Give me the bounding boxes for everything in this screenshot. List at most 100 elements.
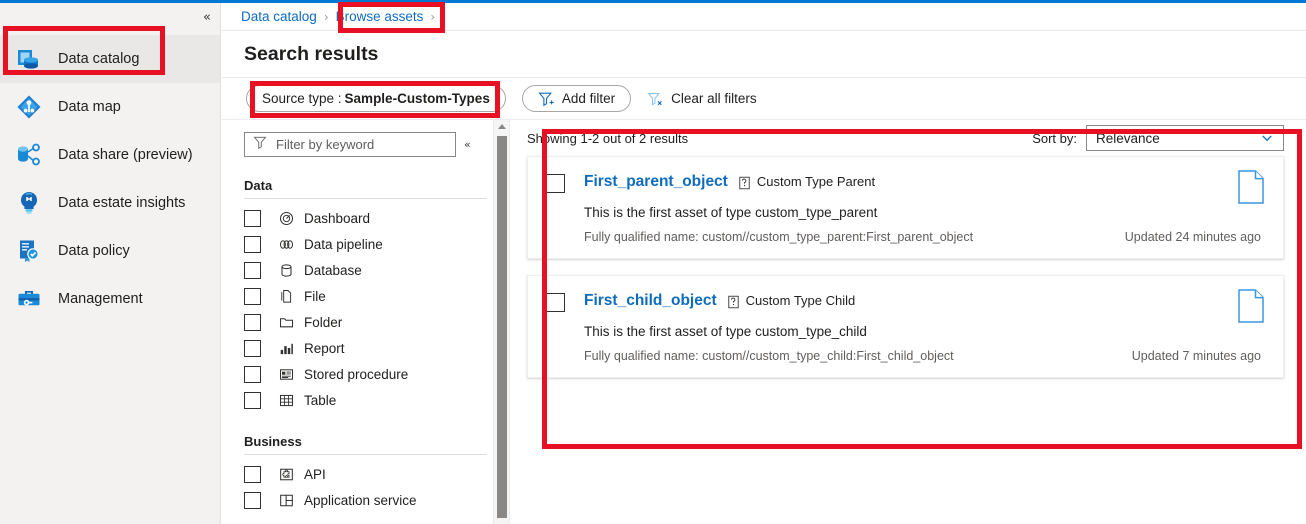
sort-by-dropdown[interactable]: Relevance: [1086, 125, 1284, 151]
lightbulb-icon: [14, 188, 44, 218]
table-grid-icon: [278, 392, 295, 409]
asset-result-card[interactable]: First_child_object Custom Type Child This…: [527, 275, 1284, 378]
divider: [244, 454, 487, 455]
facet-option-data-pipeline[interactable]: Data pipeline: [244, 231, 487, 257]
facet-option-api[interactable]: API: [244, 461, 487, 487]
asset-fully-qualified-name: Fully qualified name: custom//custom_typ…: [584, 230, 974, 244]
checkbox[interactable]: [244, 339, 261, 357]
facet-group-title: Data: [244, 178, 273, 193]
sidebar-item-management[interactable]: Management: [0, 275, 220, 323]
scroll-up-arrow-icon[interactable]: [498, 124, 506, 129]
facet-option-table[interactable]: Table: [244, 387, 487, 413]
checkbox[interactable]: [244, 261, 261, 279]
checkbox[interactable]: [244, 287, 261, 305]
asset-name-link[interactable]: First_parent_object: [584, 173, 728, 190]
facet-option-label: Folder: [304, 314, 343, 330]
clear-all-filters-label: Clear all filters: [671, 91, 757, 106]
api-puzzle-icon: [278, 466, 295, 483]
toolbox-icon: [14, 284, 44, 314]
facet-option-label: Application service: [304, 492, 417, 508]
source-type-filter-chip[interactable]: Source type : Sample-Custom-Types: [246, 85, 506, 112]
facet-panel: « Data Dashboard: [222, 120, 510, 524]
sort-by-value: Relevance: [1096, 130, 1160, 146]
content-split: « Data Dashboard: [222, 120, 1306, 524]
policy-certificate-icon: [14, 236, 44, 266]
file-type-icon: [1237, 289, 1265, 328]
sidebar-item-label: Data policy: [58, 243, 130, 259]
sidebar-collapse-row: «: [0, 3, 220, 32]
sidebar-item-data-share[interactable]: Data share (preview): [0, 131, 220, 179]
database-icon: [278, 262, 295, 279]
pipeline-icon: [278, 236, 295, 253]
left-navigation: « Data catalog Data map Data share (prev…: [0, 3, 221, 524]
checkbox[interactable]: [244, 209, 261, 227]
data-share-icon: [14, 140, 44, 170]
source-type-chip-label: Source type :: [262, 91, 342, 106]
chevron-right-icon: ›: [323, 9, 329, 24]
breadcrumb-item-data-catalog[interactable]: Data catalog: [241, 9, 317, 24]
facet-option-database[interactable]: Database: [244, 257, 487, 283]
facet-option-label: Dashboard: [304, 210, 371, 226]
facet-option-label: API: [304, 466, 326, 482]
facet-search-row: «: [222, 120, 509, 157]
sidebar-item-data-map[interactable]: Data map: [0, 83, 220, 131]
facet-scrollbar[interactable]: [493, 120, 509, 524]
checkbox[interactable]: [244, 465, 261, 483]
asset-name-link[interactable]: First_child_object: [584, 292, 717, 309]
clear-all-filters-button[interactable]: Clear all filters: [647, 91, 757, 107]
sidebar-item-label: Data share (preview): [58, 147, 193, 163]
facet-collapse-icon[interactable]: «: [464, 138, 471, 151]
asset-type-label: Custom Type Child: [745, 293, 856, 308]
add-filter-button[interactable]: Add filter: [521, 85, 632, 112]
main-region: Data catalog › Browse assets › Search re…: [222, 3, 1306, 524]
card-header: First_child_object Custom Type Child: [546, 292, 1265, 312]
facet-option-label: Data pipeline: [304, 236, 383, 252]
sidebar-item-data-catalog[interactable]: Data catalog: [0, 35, 220, 83]
asset-updated-time: Updated 7 minutes ago: [1131, 349, 1261, 363]
sidebar-item-data-estate-insights[interactable]: Data estate insights: [0, 179, 220, 227]
filter-add-icon: [538, 91, 554, 107]
asset-fully-qualified-name: Fully qualified name: custom//custom_typ…: [584, 349, 954, 363]
filter-keyword-box[interactable]: [244, 132, 456, 157]
facet-group-title: Business: [244, 434, 302, 449]
breadcrumb-item-browse-assets[interactable]: Browse assets: [336, 9, 424, 24]
checkbox[interactable]: [244, 391, 261, 409]
sidebar-item-label: Data map: [58, 99, 121, 115]
facet-option-label: Database: [304, 262, 362, 278]
facet-option-dashboard[interactable]: Dashboard: [244, 205, 487, 231]
checkbox[interactable]: [244, 313, 261, 331]
sidebar-item-list: Data catalog Data map Data share (previe…: [0, 35, 220, 323]
checkbox[interactable]: [244, 365, 261, 383]
asset-title-row: First_child_object Custom Type Child: [584, 292, 855, 310]
sidebar-item-data-policy[interactable]: Data policy: [0, 227, 220, 275]
asset-result-card[interactable]: First_parent_object Custom Type Parent Th…: [527, 156, 1284, 259]
facet-option-application-service[interactable]: Application service: [244, 487, 487, 513]
sidebar-item-label: Data estate insights: [58, 195, 186, 211]
facet-group-data: Data Dashboard Data pipeline Database Fi…: [222, 178, 509, 413]
facet-option-stored-procedure[interactable]: Stored procedure: [244, 361, 487, 387]
report-bars-icon: [278, 340, 295, 357]
results-header: Showing 1-2 out of 2 results Sort by: Re…: [519, 120, 1306, 156]
facet-option-label: Report: [304, 340, 345, 356]
chevron-down-icon: [1260, 131, 1274, 145]
select-asset-checkbox[interactable]: [546, 174, 565, 193]
scrollbar-thumb[interactable]: [497, 136, 507, 518]
asset-type-label: Custom Type Parent: [756, 174, 876, 189]
card-header: First_parent_object Custom Type Parent: [546, 173, 1265, 193]
funnel-icon: [253, 135, 267, 154]
filter-keyword-input[interactable]: [274, 136, 434, 153]
select-asset-checkbox[interactable]: [546, 293, 565, 312]
sidebar-item-label: Data catalog: [58, 51, 140, 67]
checkbox[interactable]: [244, 491, 261, 509]
facet-option-label: File: [304, 288, 326, 304]
file-icon: [278, 288, 295, 305]
page-title: Search results: [244, 42, 379, 65]
app-root: « Data catalog Data map Data share (prev…: [0, 0, 1306, 524]
asset-description: This is the first asset of type custom_t…: [584, 205, 878, 220]
facet-option-file[interactable]: File: [244, 283, 487, 309]
checkbox[interactable]: [244, 235, 261, 253]
facet-option-folder[interactable]: Folder: [244, 309, 487, 335]
chevron-double-left-icon[interactable]: «: [203, 11, 211, 24]
facet-option-report[interactable]: Report: [244, 335, 487, 361]
facet-option-label: Table: [304, 392, 337, 408]
